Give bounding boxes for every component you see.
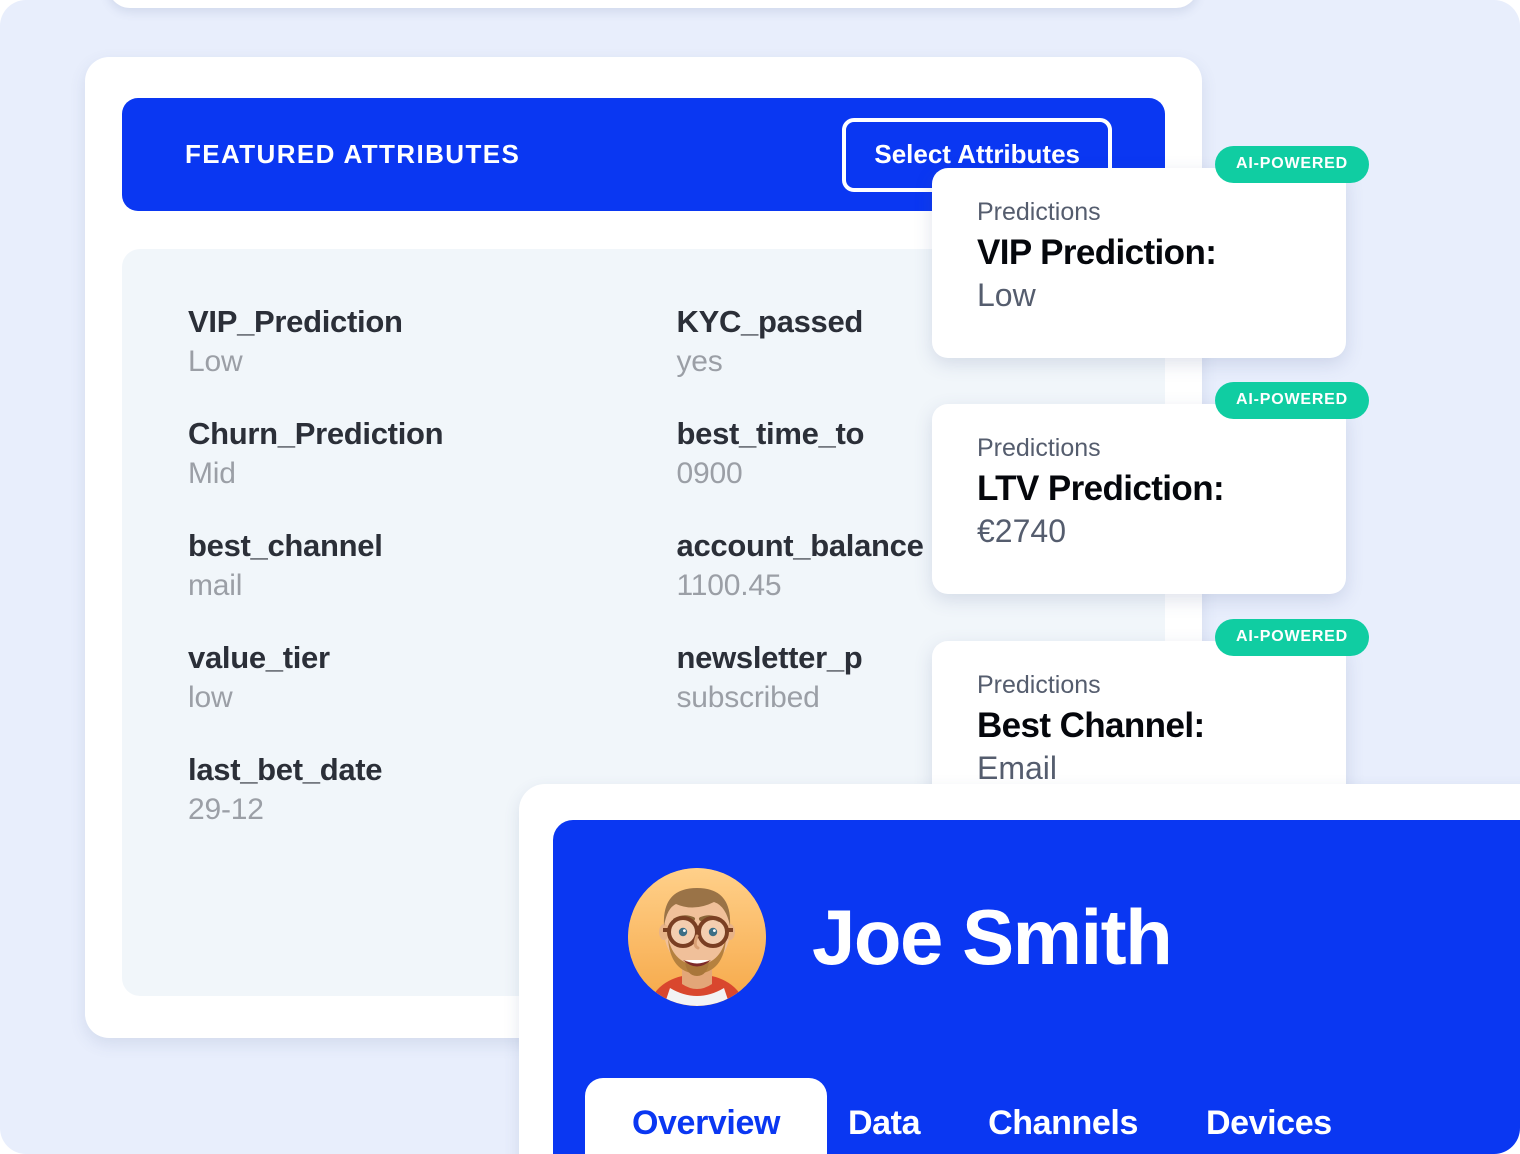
attribute-value: Low: [188, 345, 243, 378]
attribute-key: VIP_Prediction: [188, 304, 403, 339]
profile-name: Joe Smith: [812, 893, 1173, 981]
attribute-key: Churn_Prediction: [188, 416, 444, 451]
profile-card: Joe Smith Overview Data Channels Devices: [553, 820, 1520, 1154]
attribute-item: Churn_Prediction Mid: [188, 416, 677, 491]
background-card-top: [108, 0, 1198, 8]
attribute-key: value_tier: [188, 640, 330, 675]
tab-overview[interactable]: Overview: [585, 1078, 828, 1154]
attribute-value: mail: [188, 569, 243, 602]
ai-powered-badge: AI-POWERED: [1215, 146, 1369, 183]
tab-devices[interactable]: Devices: [1206, 1078, 1332, 1154]
attribute-item: value_tier low: [188, 640, 677, 715]
profile-header: Joe Smith: [553, 820, 1520, 1006]
ai-powered-badge: AI-POWERED: [1215, 382, 1369, 419]
prediction-label: Predictions: [977, 198, 1101, 226]
prediction-card-ltv[interactable]: AI-POWERED Predictions LTV Prediction: €…: [932, 382, 1369, 594]
avatar: [628, 868, 766, 1006]
attributes-column-left: VIP_Prediction Low Churn_Prediction Mid …: [188, 304, 677, 864]
attribute-key: last_bet_date: [188, 752, 383, 787]
prediction-title: Best Channel:: [977, 706, 1205, 745]
prediction-label: Predictions: [977, 434, 1101, 462]
prediction-value: Email: [977, 750, 1058, 786]
prediction-value: Low: [977, 277, 1036, 313]
attribute-item: VIP_Prediction Low: [188, 304, 677, 379]
prediction-label: Predictions: [977, 671, 1101, 699]
prediction-value: €2740: [977, 513, 1066, 549]
tab-data[interactable]: Data: [848, 1078, 921, 1154]
page-title: FEATURED ATTRIBUTES: [185, 139, 521, 169]
app-canvas: FEATURED ATTRIBUTES Select Attributes VI…: [0, 0, 1520, 1154]
profile-tabs: Overview Data Channels Devices: [553, 1078, 1520, 1154]
attribute-value: low: [188, 681, 233, 714]
attribute-value: Mid: [188, 457, 236, 490]
attribute-item: best_channel mail: [188, 528, 677, 603]
attribute-key: best_channel: [188, 528, 383, 563]
ai-powered-badge: AI-POWERED: [1215, 619, 1369, 656]
prediction-title: LTV Prediction:: [977, 469, 1225, 508]
tab-channels[interactable]: Channels: [988, 1078, 1138, 1154]
prediction-title: VIP Prediction:: [977, 233, 1217, 272]
prediction-card-vip[interactable]: AI-POWERED Predictions VIP Prediction: L…: [932, 146, 1369, 358]
user-photo-icon: [628, 868, 766, 1006]
profile-card-shell: Joe Smith Overview Data Channels Devices: [519, 784, 1520, 1154]
